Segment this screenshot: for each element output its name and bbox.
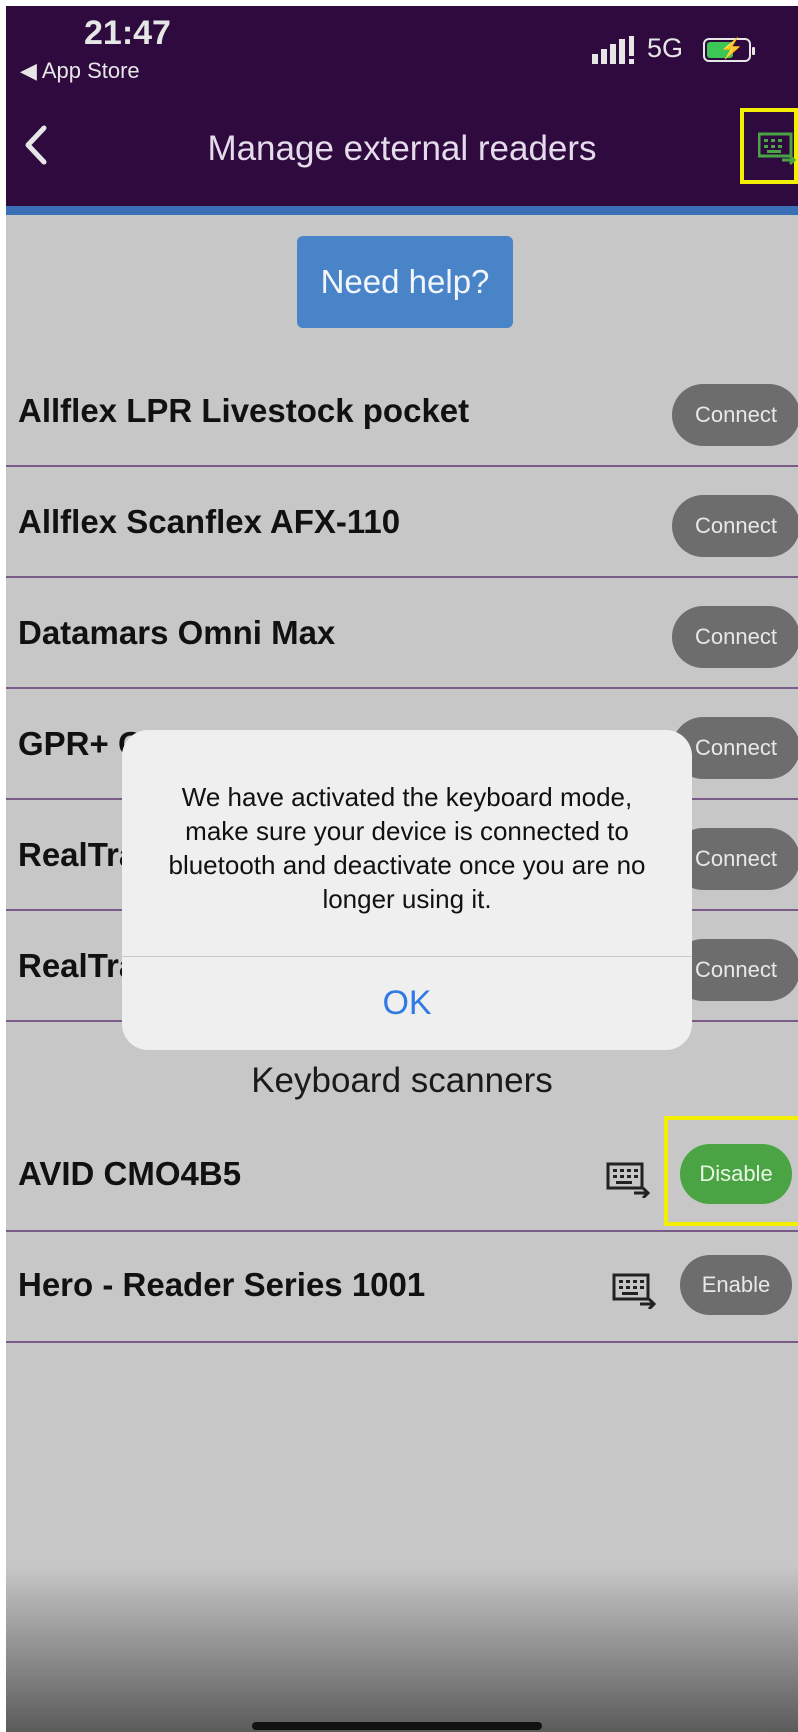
home-indicator[interactable]: [252, 1722, 542, 1730]
reader-name: Allflex LPR Livestock pocket: [18, 392, 470, 429]
keyboard-icon: [612, 1273, 656, 1309]
connect-button[interactable]: Connect: [672, 384, 798, 446]
connect-button[interactable]: Connect: [672, 495, 798, 557]
keyboard-icon: [758, 132, 797, 166]
signal-icon: [592, 36, 634, 64]
keyboard-scanner-row: Hero - Reader Series 1001 Enable: [6, 1232, 798, 1343]
keyboard-icon: [606, 1162, 650, 1198]
reader-name: Datamars Omni Max: [18, 614, 336, 651]
app-screen: 21:47 ◀ App Store 5G ⚡ Manage external r…: [6, 6, 798, 1732]
keyboard-mode-alert: We have activated the keyboard mode, mak…: [122, 730, 692, 1050]
battery-icon: ⚡: [703, 38, 755, 62]
alert-ok-button[interactable]: OK: [122, 956, 692, 1050]
enable-button[interactable]: Enable: [680, 1255, 792, 1315]
status-time: 21:47: [84, 14, 171, 52]
scanner-name: Hero - Reader Series 1001: [18, 1266, 426, 1303]
reader-row: Datamars Omni Max Connect: [6, 578, 798, 689]
keyboard-mode-button[interactable]: [740, 108, 798, 184]
reader-row: Allflex Scanflex AFX-110 Connect: [6, 467, 798, 578]
reader-name: Allflex Scanflex AFX-110: [18, 503, 401, 540]
app-header: 21:47 ◀ App Store 5G ⚡ Manage external r…: [6, 6, 798, 206]
connect-button[interactable]: Connect: [672, 606, 798, 668]
header-divider: [6, 206, 798, 215]
network-label: 5G: [647, 33, 684, 63]
page-title: Manage external readers: [207, 129, 597, 168]
keyboard-scanners-heading: Keyboard scanners: [251, 1061, 553, 1100]
bottom-fade: [6, 1566, 798, 1732]
back-to-app-store-link[interactable]: ◀ App Store: [20, 58, 140, 84]
disable-highlight: [664, 1116, 798, 1226]
need-help-button[interactable]: Need help?: [297, 236, 513, 328]
reader-row: Allflex LPR Livestock pocket Connect: [6, 356, 798, 467]
alert-message: We have activated the keyboard mode, mak…: [168, 782, 646, 914]
scanner-name: AVID CMO4B5: [18, 1155, 242, 1192]
